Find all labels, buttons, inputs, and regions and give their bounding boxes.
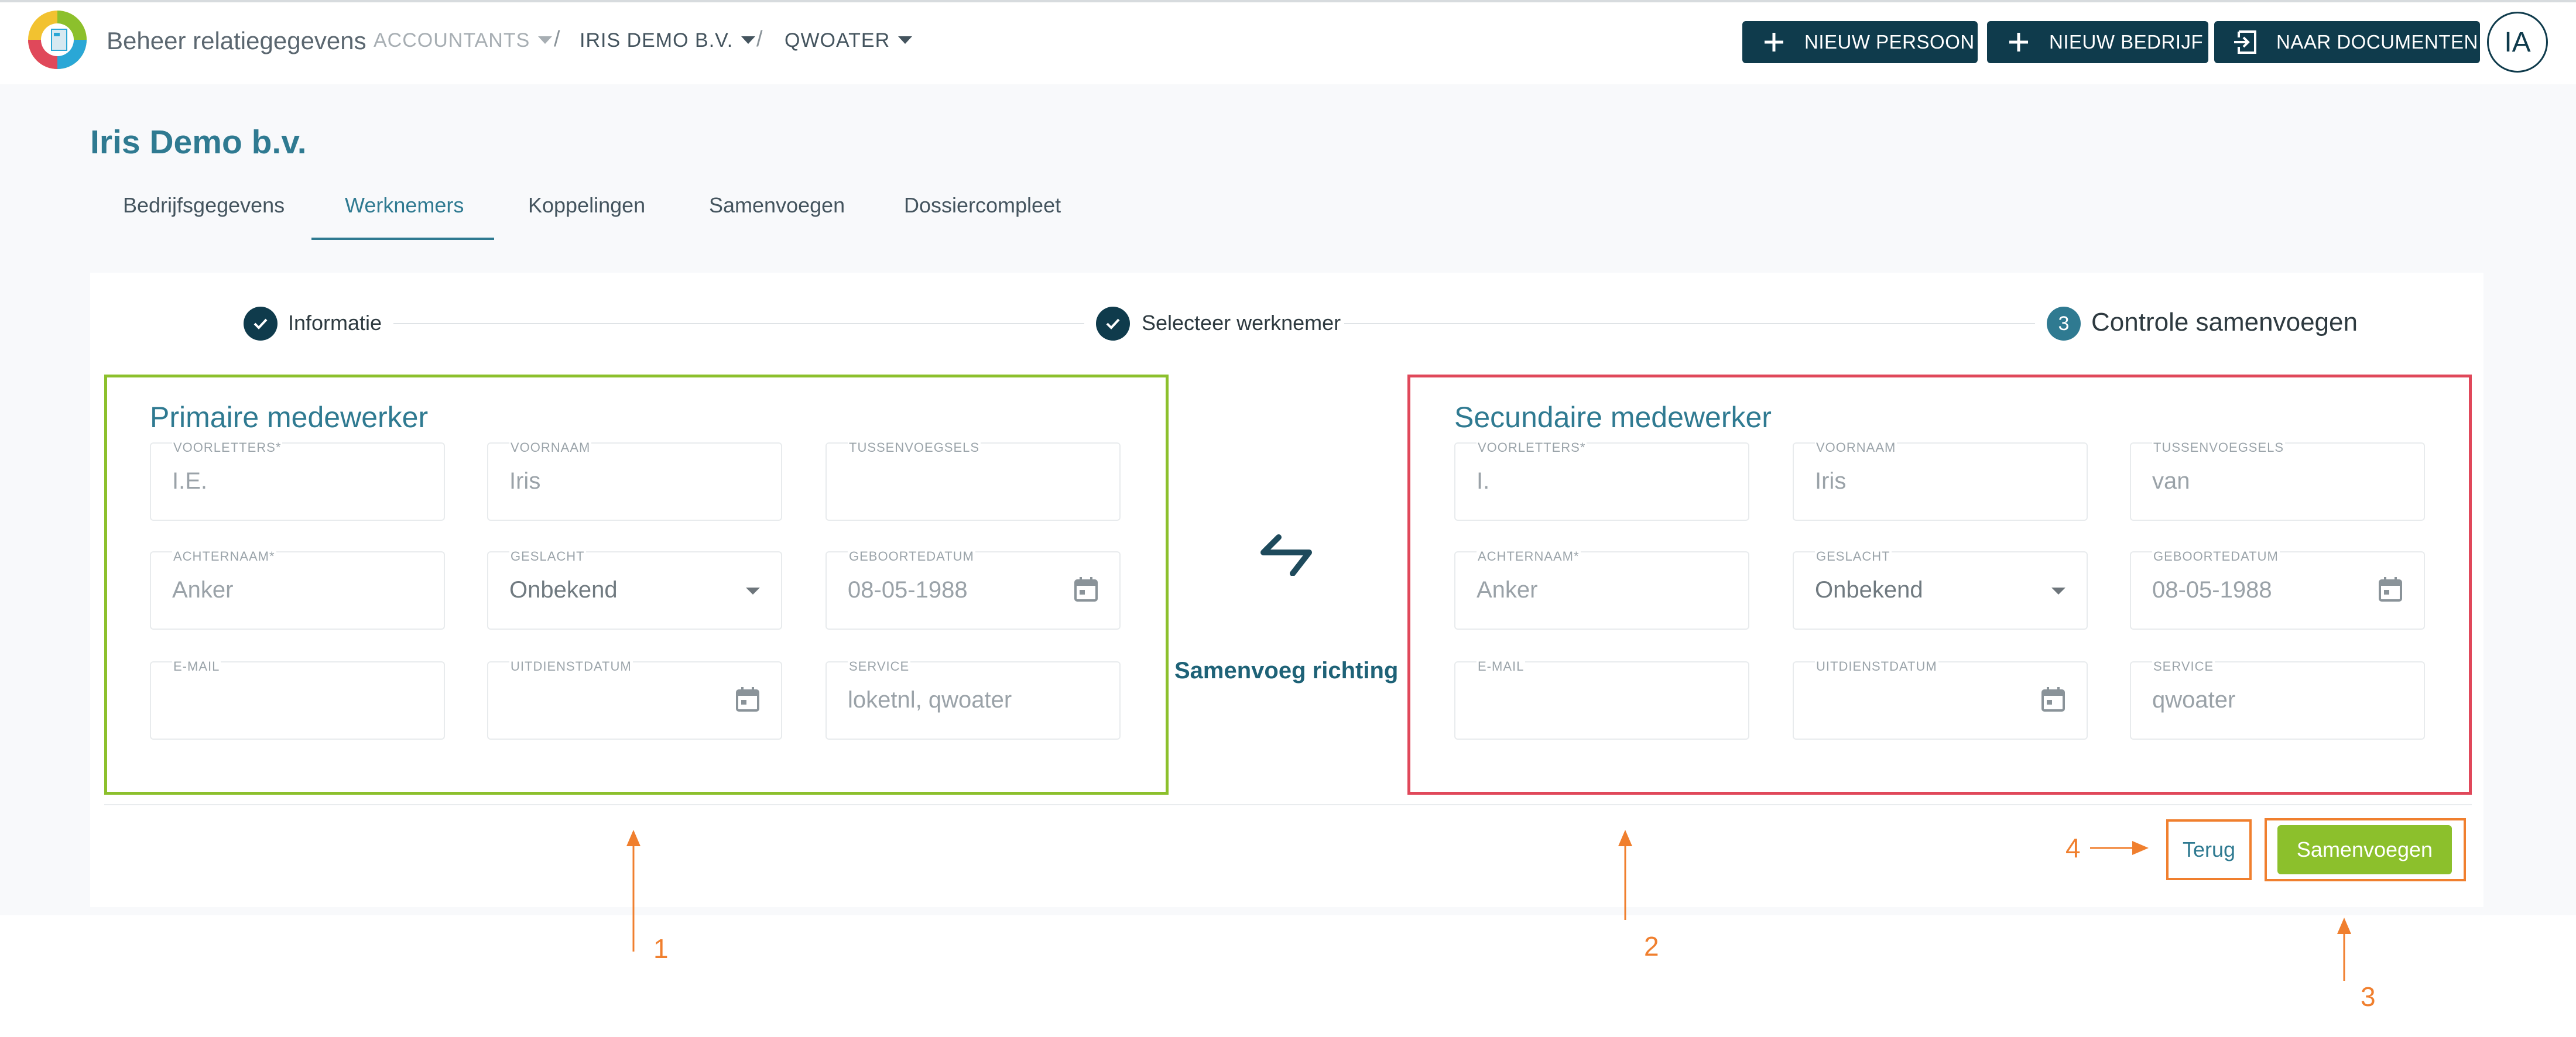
annotation-label-1: 1 — [653, 933, 669, 964]
annotation-arrows — [626, 830, 2351, 981]
annotation-arrow-3 — [2337, 918, 2351, 981]
annotation-arrow-2 — [1618, 830, 1632, 920]
annotation-arrow-4 — [2090, 841, 2149, 855]
annotation-label-3: 3 — [2361, 981, 2376, 1012]
annotation-label-2: 2 — [1644, 931, 1659, 962]
annotation-arrow-1 — [626, 830, 640, 952]
annotation-label-4: 4 — [2065, 833, 2081, 863]
